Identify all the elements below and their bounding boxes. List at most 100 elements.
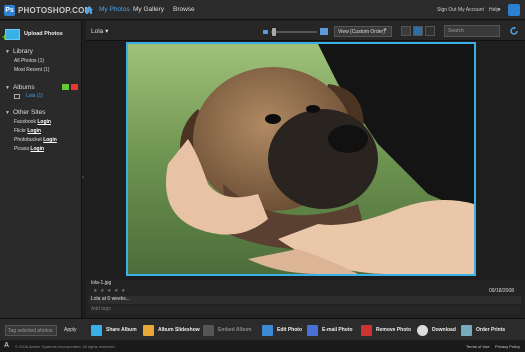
sidebar: Upload Photos ▼Library All Photos (1) Mo… xyxy=(0,21,82,318)
triangle-down-icon: ▼ xyxy=(5,49,10,55)
share-icon xyxy=(91,324,102,336)
site-picasa: Picasa Login xyxy=(14,146,44,152)
nav-browse[interactable]: Browse xyxy=(173,6,195,13)
star-icon[interactable]: ★ xyxy=(121,288,126,294)
site-name: Photobucket xyxy=(14,137,42,143)
fullscreen-icon[interactable] xyxy=(508,4,520,16)
tags-field[interactable]: Add tags xyxy=(89,306,521,314)
logo-text: PHOTOSHOP.COM xyxy=(18,5,92,15)
flickr-login-link[interactable]: Login xyxy=(27,128,41,134)
zoom-slider[interactable] xyxy=(271,31,317,33)
order-prints-label: Order Prints xyxy=(476,327,506,333)
remove-photo-button[interactable]: Remove Photo xyxy=(361,323,411,337)
facebook-login-link[interactable]: Login xyxy=(37,119,51,125)
terms-of-use-link[interactable]: Terms of Use xyxy=(466,344,490,349)
sign-out-link[interactable]: Sign Out xyxy=(437,7,456,13)
library-section-header[interactable]: ▼ Library xyxy=(5,48,33,55)
photo-file-name: lola-1.jpg xyxy=(91,280,112,286)
album-slideshow-label: Album Slideshow xyxy=(158,327,200,333)
sidebar-item-all-photos[interactable]: All Photos (1) xyxy=(14,58,44,64)
zoom-slider-handle[interactable] xyxy=(272,28,276,36)
chevron-down-icon[interactable]: ▾ xyxy=(498,7,501,13)
email-photo-button[interactable]: E-mail Photo xyxy=(307,323,353,337)
puppy-photo-image xyxy=(128,44,474,274)
email-icon xyxy=(307,324,318,336)
star-icon[interactable]: ★ xyxy=(100,288,105,294)
sidebar-item-most-recent[interactable]: Most Recent (1) xyxy=(14,67,50,73)
zoom-large-icon[interactable] xyxy=(320,28,328,35)
remove-photo-label: Remove Photo xyxy=(376,327,412,333)
embed-album-button[interactable]: Embed Album xyxy=(203,323,251,337)
picasa-login-link[interactable]: Login xyxy=(30,146,44,152)
grid-view-button[interactable] xyxy=(401,26,411,36)
edit-icon xyxy=(262,324,273,336)
site-name: Flickr xyxy=(14,128,26,134)
edit-photo-button[interactable]: Edit Photo xyxy=(262,323,302,337)
order-prints-button[interactable]: Order Prints xyxy=(461,323,505,337)
site-photobucket: Photobucket Login xyxy=(14,137,57,143)
library-heading: Library xyxy=(12,48,33,55)
other-sites-section-header[interactable]: ▼ Other Sites xyxy=(5,109,45,116)
home-icon[interactable] xyxy=(84,5,94,15)
adobe-logo: A xyxy=(4,342,10,349)
search-input[interactable]: Search xyxy=(444,25,500,37)
upload-label: Upload Photos xyxy=(24,31,63,37)
site-name: Picasa xyxy=(14,146,30,152)
download-label: Download xyxy=(432,327,456,333)
photo-date: 09/18/2008 xyxy=(489,288,515,294)
embed-icon xyxy=(203,324,214,336)
albums-heading: Albums xyxy=(12,84,35,91)
add-album-icon[interactable] xyxy=(62,84,69,90)
action-bar: Tag selected photos Apply Share Album Al… xyxy=(0,318,525,340)
chevron-down-icon: ▾ xyxy=(384,27,387,33)
copyright-text: © 2008 Adobe Systems Incorporated. All r… xyxy=(15,344,116,349)
footer: A © 2008 Adobe Systems Incorporated. All… xyxy=(0,341,525,352)
album-title-dropdown[interactable]: Lola ▾ xyxy=(91,27,108,35)
photo-details: lola-1.jpg 09/18/2008 ★ ★ ★ ★ ★ Lola at … xyxy=(86,280,525,318)
nav-my-photos[interactable]: My Photos xyxy=(99,6,130,13)
email-photo-label: E-mail Photo xyxy=(322,327,353,333)
triangle-down-icon: ▼ xyxy=(5,110,10,116)
privacy-policy-link[interactable]: Privacy Policy xyxy=(495,344,520,349)
download-button[interactable]: Download xyxy=(417,323,456,337)
share-album-button[interactable]: Share Album xyxy=(91,323,137,337)
caption-field[interactable]: Lola at 6 weeks... xyxy=(89,296,521,304)
star-rating[interactable]: ★ ★ ★ ★ ★ xyxy=(93,288,128,294)
other-sites-heading: Other Sites xyxy=(12,109,46,116)
refresh-icon[interactable] xyxy=(509,26,519,36)
tag-selected-photos-input[interactable]: Tag selected photos xyxy=(5,325,57,336)
photobucket-login-link[interactable]: Login xyxy=(43,137,57,143)
star-icon[interactable]: ★ xyxy=(93,288,98,294)
apply-tags-button[interactable]: Apply xyxy=(64,327,77,333)
logo-mark: Ps xyxy=(4,4,15,16)
albums-section-header[interactable]: ▼ Albums xyxy=(5,84,35,91)
upload-photos-button[interactable]: Upload Photos xyxy=(2,26,77,42)
share-album-label: Share Album xyxy=(106,327,137,333)
list-view-button[interactable] xyxy=(425,26,435,36)
star-icon[interactable]: ★ xyxy=(107,288,112,294)
top-bar: Ps PHOTOSHOP.COM My Photos My Gallery Br… xyxy=(0,0,525,20)
zoom-small-icon[interactable] xyxy=(263,30,268,34)
site-facebook: Facebook Login xyxy=(14,119,51,125)
site-name: Facebook xyxy=(14,119,36,125)
site-flickr: Flickr Login xyxy=(14,128,41,134)
single-view-button[interactable] xyxy=(413,26,423,36)
star-icon[interactable]: ★ xyxy=(114,288,119,294)
nav-my-gallery[interactable]: My Gallery xyxy=(133,6,164,13)
slideshow-icon xyxy=(143,324,154,336)
album-slideshow-button[interactable]: Album Slideshow xyxy=(143,323,200,337)
lock-icon xyxy=(14,93,20,99)
selected-photo[interactable] xyxy=(126,42,476,276)
album-toolbar: Lola ▾ View (Custom Order) ▾ Search xyxy=(86,21,525,41)
photoshop-logo[interactable]: Ps PHOTOSHOP.COM xyxy=(4,4,91,16)
delete-album-icon[interactable] xyxy=(71,84,78,90)
my-account-link[interactable]: My Account xyxy=(458,7,484,13)
download-icon xyxy=(417,324,428,336)
edit-photo-label: Edit Photo xyxy=(277,327,302,333)
prints-icon xyxy=(461,324,472,336)
remove-icon xyxy=(361,324,372,336)
triangle-down-icon: ▼ xyxy=(5,85,10,91)
album-lola-label: Lola (1) xyxy=(26,93,43,99)
sidebar-item-album-lola[interactable]: Lola (1) xyxy=(14,93,43,99)
embed-album-label: Embed Album xyxy=(218,327,252,333)
